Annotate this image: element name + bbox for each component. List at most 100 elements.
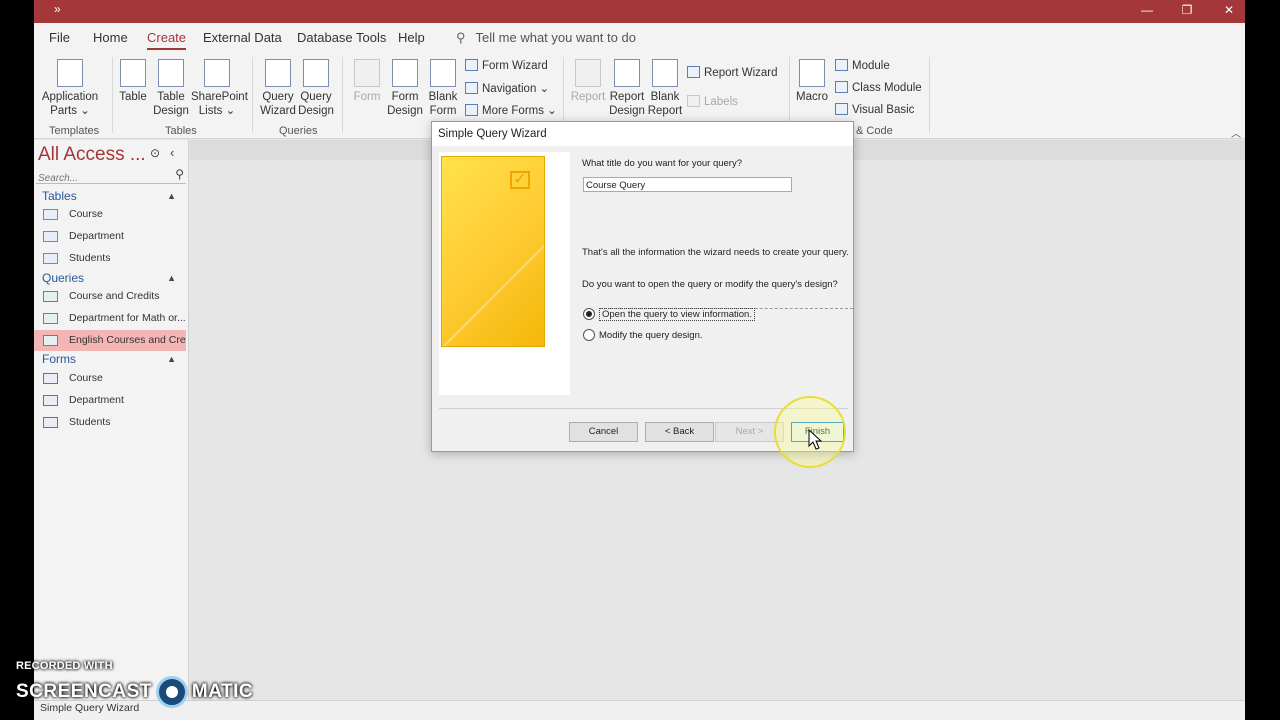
collapse-group-icon: ▲ (167, 191, 176, 201)
visual-basic-button[interactable]: Visual Basic (835, 103, 914, 116)
report-button[interactable]: Report (570, 59, 606, 104)
modify-design-option[interactable]: Modify the query design. (583, 329, 703, 341)
report-wizard-label: Report Wizard (704, 67, 778, 79)
dialog-title: Simple Query Wizard (438, 128, 547, 140)
more-forms-button[interactable]: More Forms ⌄ (465, 103, 557, 117)
nav-item-label: Department (69, 394, 124, 406)
form-button[interactable]: Form (352, 59, 382, 104)
group-separator (112, 57, 113, 133)
nav-item-form[interactable]: Students (34, 412, 186, 433)
blank-report-label: Blank (650, 91, 680, 103)
nav-group-label: Queries (42, 271, 85, 285)
minimize-button[interactable]: — (1127, 0, 1167, 23)
table-icon (43, 231, 58, 242)
application-parts-button[interactable]: Application Parts ⌄ (39, 59, 101, 118)
collapse-group-icon: ▲ (167, 354, 176, 364)
macro-button[interactable]: Macro (795, 59, 829, 104)
navigation-pane: All Access ... ⊙ ‹ ⚲ Tables ▲ Course Dep… (34, 140, 189, 700)
query-icon (43, 291, 58, 302)
title-bar: » — ❐ ✕ (34, 0, 1245, 23)
query-title-input[interactable] (583, 177, 792, 192)
table-button[interactable]: Table (118, 59, 148, 104)
collapse-ribbon-icon[interactable]: ︿ (1231, 125, 1241, 140)
labels-button[interactable]: Labels (687, 95, 738, 108)
class-module-label: Class Module (852, 82, 922, 94)
query-design-icon (303, 59, 329, 87)
report-design-button[interactable]: Report Design (608, 59, 646, 118)
nav-item-table[interactable]: Department (34, 226, 186, 247)
close-button[interactable]: ✕ (1209, 0, 1245, 23)
tab-file[interactable]: File (49, 30, 70, 45)
blank-form-label: Blank (428, 91, 458, 103)
watermark-word-1: SCREENCAST (16, 681, 152, 702)
blank-report-icon (652, 59, 678, 87)
form-wizard-button[interactable]: Form Wizard (465, 59, 548, 72)
navigation-button[interactable]: Navigation ⌄ (465, 81, 549, 95)
group-label-tables: Tables (165, 125, 197, 137)
nav-group-label: Forms (42, 352, 76, 366)
tab-home[interactable]: Home (93, 30, 128, 45)
tab-database-tools[interactable]: Database Tools (297, 30, 386, 45)
query-wizard-label-2: Wizard (260, 105, 296, 117)
macro-label: Macro (796, 91, 828, 103)
form-design-button[interactable]: Form Design (387, 59, 423, 118)
table-design-button[interactable]: Table Design (153, 59, 189, 118)
open-query-label: Open the query to view information. (599, 308, 755, 321)
nav-group-forms[interactable]: Forms ▲ (34, 349, 186, 369)
nav-item-form[interactable]: Course (34, 368, 186, 389)
open-query-option[interactable]: Open the query to view information. (583, 308, 755, 321)
form-wizard-label: Form Wizard (482, 60, 548, 72)
tab-help[interactable]: Help (398, 30, 425, 45)
query-wizard-button[interactable]: Query Wizard (259, 59, 297, 118)
checkmark-icon: ✓ (510, 171, 530, 189)
navigation-icon (465, 82, 478, 94)
radio-selected-icon[interactable] (583, 308, 595, 320)
nav-item-form[interactable]: Department (34, 390, 186, 411)
table-design-label: Table (157, 91, 185, 103)
table-icon (43, 253, 58, 264)
nav-item-table[interactable]: Students (34, 248, 186, 269)
tab-create[interactable]: Create (147, 30, 187, 50)
nav-item-query[interactable]: Course and Credits (34, 286, 186, 307)
nav-item-query[interactable]: Department for Math or... (34, 308, 186, 329)
navigation-label: Navigation ⌄ (482, 83, 550, 95)
group-label-macros-code: & Code (856, 125, 893, 137)
sharepoint-lists-label: SharePoint (191, 91, 248, 103)
class-module-button[interactable]: Class Module (835, 81, 922, 94)
query-design-button[interactable]: Query Design (297, 59, 335, 118)
collapse-nav-pane-icon[interactable]: ‹ (170, 145, 174, 160)
macro-icon (799, 59, 825, 87)
query-wizard-label: Query (262, 91, 294, 103)
blank-form-button[interactable]: Blank Form (426, 59, 460, 118)
search-icon[interactable]: ⚲ (175, 167, 184, 181)
back-button[interactable]: < Back (645, 422, 714, 442)
nav-group-queries[interactable]: Queries ▲ (34, 268, 186, 288)
module-button[interactable]: Module (835, 59, 890, 72)
nav-menu-dropdown-icon[interactable]: ⊙ (150, 146, 160, 160)
restore-button[interactable]: ❐ (1167, 0, 1207, 23)
nav-search-input[interactable] (36, 173, 164, 184)
wizard-illustration: ✓ (441, 156, 545, 347)
blank-report-button[interactable]: Blank Report (647, 59, 683, 118)
radio-icon[interactable] (583, 329, 595, 341)
sharepoint-lists-button[interactable]: SharePoint Lists ⌄ (191, 59, 248, 118)
report-wizard-button[interactable]: Report Wizard (687, 66, 778, 79)
wizard-image-panel: ✓ (439, 152, 570, 395)
cancel-button[interactable]: Cancel (569, 422, 638, 442)
tell-me-text: Tell me what you want to do (475, 30, 636, 45)
tell-me-search[interactable]: ⚲ Tell me what you want to do (456, 30, 636, 46)
nav-pane-title[interactable]: All Access ... (38, 144, 146, 166)
nav-item-label: Course (69, 208, 103, 220)
tab-external-data[interactable]: External Data (203, 30, 282, 45)
watermark-word-2: MATIC (191, 681, 254, 702)
nav-item-query-selected[interactable]: English Courses and Cre... (34, 330, 186, 351)
nav-group-tables[interactable]: Tables ▲ (34, 186, 186, 206)
report-wizard-icon (687, 66, 700, 78)
query-design-label: Query (300, 91, 332, 103)
more-forms-icon (465, 104, 478, 116)
nav-item-table[interactable]: Course (34, 204, 186, 225)
quick-access-chevron-icon[interactable]: » (54, 2, 61, 16)
nav-item-label: English Courses and Cre... (69, 334, 186, 346)
form-icon (43, 395, 58, 406)
modify-design-label: Modify the query design. (599, 330, 703, 341)
